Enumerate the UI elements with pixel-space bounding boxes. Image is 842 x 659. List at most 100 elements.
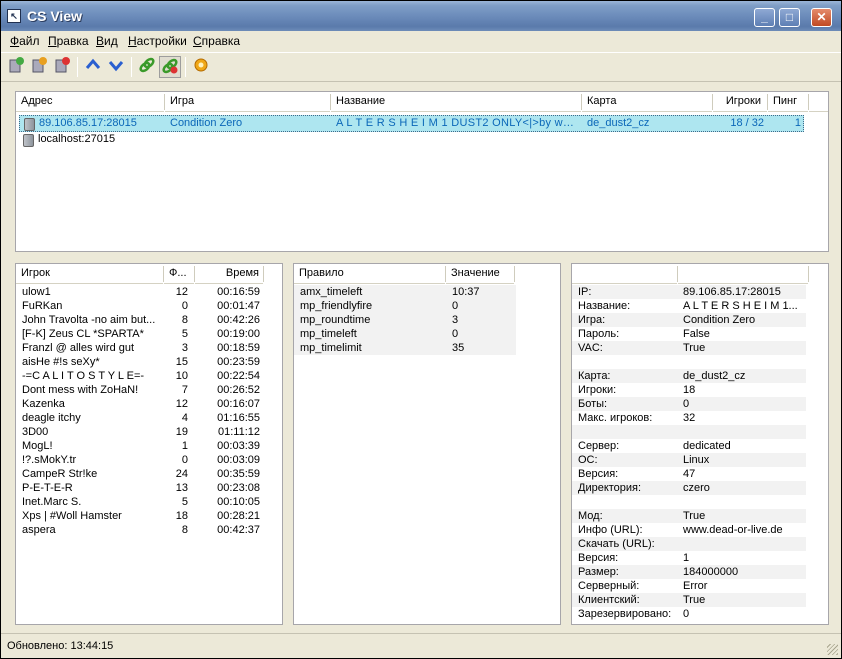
refresh-server-icon[interactable]: [28, 56, 50, 78]
menu-help[interactable]: Справка: [193, 34, 240, 48]
rule-row[interactable]: mp_roundtime 3: [294, 313, 516, 327]
info-row[interactable]: Версия: 1: [572, 551, 806, 565]
info-row[interactable]: [572, 495, 806, 509]
player-row[interactable]: aisHe #!s seXy* 15 00:23:59: [16, 355, 262, 369]
add-server-icon[interactable]: [5, 56, 27, 78]
info-row[interactable]: Клиентский: True: [572, 593, 806, 607]
player-name: Dont mess with ZoHaN!: [22, 384, 139, 396]
info-value: False: [683, 328, 710, 340]
player-row[interactable]: deagle itchy 4 01:16:55: [16, 411, 262, 425]
player-row[interactable]: CampeR Str!ke 24 00:35:59: [16, 467, 262, 481]
server-list[interactable]: Адрес Игра Название Карта Игроки Пинг 89…: [15, 91, 829, 252]
info-value: 1: [683, 552, 690, 564]
info-row[interactable]: Пароль: False: [572, 327, 806, 341]
info-row[interactable]: Инфо (URL): www.dead-or-live.de: [572, 523, 806, 537]
column-header-time[interactable]: Время: [195, 264, 263, 284]
info-value: 0: [683, 398, 690, 410]
rule-row[interactable]: amx_timeleft 10:37: [294, 285, 516, 299]
info-row[interactable]: Версия: 47: [572, 467, 806, 481]
server-icon: [23, 134, 34, 147]
maximize-button[interactable]: □: [779, 8, 800, 27]
column-header-value[interactable]: Значение: [446, 264, 514, 284]
settings-icon[interactable]: [190, 56, 212, 78]
info-row[interactable]: Макс. игроков: 32: [572, 411, 806, 425]
player-row[interactable]: !?.sMokY.tr 0 00:03:09: [16, 453, 262, 467]
player-time: 00:16:59: [217, 286, 260, 298]
players-list[interactable]: Игрок Ф... Время ulow1 12 00:16:59 FuRKan 0 0…: [15, 263, 283, 625]
info-row[interactable]: Размер: 184000000: [572, 565, 806, 579]
info-row[interactable]: [572, 425, 806, 439]
menu-edit[interactable]: Правка: [48, 34, 89, 48]
column-header-game[interactable]: Игра: [165, 92, 330, 112]
player-row[interactable]: -=C A L I T O S T Y L E=- 10 00:22:54: [16, 369, 262, 383]
column-header-name[interactable]: Название: [331, 92, 581, 112]
menu-file[interactable]: Файл: [10, 34, 40, 48]
player-time: 00:10:05: [217, 496, 260, 508]
info-row[interactable]: Игра: Condition Zero: [572, 313, 806, 327]
server-row[interactable]: 89.106.85.17:28015 Condition Zero A L T …: [19, 115, 804, 132]
player-row[interactable]: Kazenka 12 00:16:07: [16, 397, 262, 411]
column-header-players[interactable]: Игроки: [713, 92, 767, 112]
player-row[interactable]: aspera 8 00:42:37: [16, 523, 262, 537]
player-row[interactable]: John Travolta -no aim but... 8 00:42:26: [16, 313, 262, 327]
column-header-player[interactable]: Игрок: [16, 264, 163, 284]
close-button[interactable]: ✕: [811, 8, 832, 27]
server-address: localhost:27015: [38, 133, 116, 145]
remove-server-icon[interactable]: [51, 56, 73, 78]
info-row[interactable]: Серверный: Error: [572, 579, 806, 593]
column-header-ping[interactable]: Пинг: [768, 92, 808, 112]
player-row[interactable]: Dont mess with ZoHaN! 7 00:26:52: [16, 383, 262, 397]
server-info-list[interactable]: IP: 89.106.85.17:28015 Название: A L T E R …: [571, 263, 829, 625]
player-name: aspera: [22, 524, 56, 536]
server-row[interactable]: localhost:27015: [19, 132, 804, 149]
player-row[interactable]: Franzl @ alles wird gut 3 00:18:59: [16, 341, 262, 355]
info-row[interactable]: Название: A L T E R S H E I M 1...: [572, 299, 806, 313]
info-row[interactable]: [572, 355, 806, 369]
column-header-info-value[interactable]: [678, 264, 808, 284]
player-frags: 4: [181, 412, 188, 424]
column-header-info-key[interactable]: [572, 264, 677, 284]
info-row[interactable]: VAC: True: [572, 341, 806, 355]
connect-icon[interactable]: [136, 56, 158, 78]
player-time: 00:19:00: [217, 328, 260, 340]
player-row[interactable]: P-E-T-E-R 13 00:23:08: [16, 481, 262, 495]
player-row[interactable]: Inet.Marc S. 5 00:10:05: [16, 495, 262, 509]
player-row[interactable]: 3D00 19 01:11:12: [16, 425, 262, 439]
info-row[interactable]: Мод: True: [572, 509, 806, 523]
move-down-icon[interactable]: [105, 56, 127, 78]
rule-row[interactable]: mp_timelimit 35: [294, 341, 516, 355]
connect-all-icon[interactable]: [159, 56, 181, 78]
resize-grip[interactable]: [827, 644, 838, 655]
minimize-button[interactable]: _: [754, 8, 775, 27]
rule-row[interactable]: mp_friendlyfire 0: [294, 299, 516, 313]
column-header-rule[interactable]: Правило: [294, 264, 445, 284]
move-up-icon[interactable]: [82, 56, 104, 78]
info-row[interactable]: Боты: 0: [572, 397, 806, 411]
player-time: 00:42:26: [217, 314, 260, 326]
player-row[interactable]: MogL! 1 00:03:39: [16, 439, 262, 453]
player-row[interactable]: ulow1 12 00:16:59: [16, 285, 262, 299]
menu-settings[interactable]: Настройки: [128, 34, 187, 48]
player-name: CampeR Str!ke: [22, 468, 98, 480]
info-row[interactable]: Карта: de_dust2_cz: [572, 369, 806, 383]
info-row[interactable]: ОС: Linux: [572, 453, 806, 467]
info-key: Зарезервировано:: [578, 608, 672, 620]
window-title: CS View: [27, 8, 82, 24]
column-header-address[interactable]: Адрес: [16, 92, 164, 112]
rule-row[interactable]: mp_timeleft 0: [294, 327, 516, 341]
menu-view[interactable]: Вид: [96, 34, 118, 48]
player-row[interactable]: FuRKan 0 00:01:47: [16, 299, 262, 313]
info-row[interactable]: Директория: czero: [572, 481, 806, 495]
info-row[interactable]: Игроки: 18: [572, 383, 806, 397]
column-header-frags[interactable]: Ф...: [164, 264, 194, 284]
info-row[interactable]: Зарезервировано: 0: [572, 607, 806, 621]
column-header-map[interactable]: Карта: [582, 92, 712, 112]
info-row[interactable]: Скачать (URL):: [572, 537, 806, 551]
rules-list[interactable]: Правило Значение amx_timeleft 10:37 mp_fri…: [293, 263, 561, 625]
player-row[interactable]: Xps | #Woll Hamster 18 00:28:21: [16, 509, 262, 523]
app-window: ↖ CS View _ □ ✕ Файл Правка Вид Настройк…: [0, 0, 842, 659]
info-row[interactable]: IP: 89.106.85.17:28015: [572, 285, 806, 299]
title-bar[interactable]: ↖ CS View _ □ ✕: [1, 1, 841, 31]
player-row[interactable]: [F-K] Zeus CL *SPARTA* 5 00:19:00: [16, 327, 262, 341]
info-row[interactable]: Сервер: dedicated: [572, 439, 806, 453]
